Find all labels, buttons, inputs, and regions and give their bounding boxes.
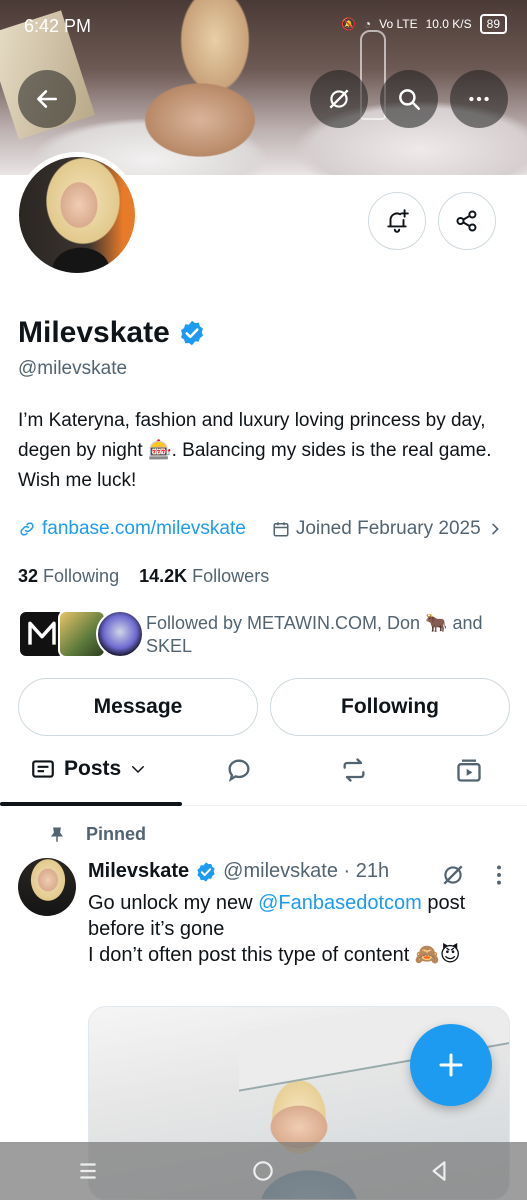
more-vertical-icon [497,865,501,885]
status-bar: 6:42 PM 🔕 ◔ Vo LTE 10.0 K/S 89 [0,0,527,54]
mute-icon: 🔕 [340,17,356,31]
compose-button[interactable] [410,1024,492,1106]
profile-handle: @milevskate [18,358,128,379]
profile-name: Milevskate [18,316,206,350]
share-icon [456,210,477,232]
follow-counts: 32 Following 14.2K Followers [18,566,269,587]
back-button[interactable] [18,70,76,128]
profile-meta: fanbase.com/milevskate Joined February 2… [18,518,503,540]
post-author-avatar[interactable] [18,858,76,916]
grok-button[interactable] [310,70,368,128]
post-handle-time: @milevskate · 21h [223,860,390,882]
following-count-link[interactable]: 32 Following [18,566,119,586]
calendar-icon [273,522,289,537]
pinned-label: Pinned [48,824,146,845]
bell-plus-icon [387,209,409,233]
notifications-button[interactable] [368,192,426,250]
post-text: Go unlock my new @Fanbasedotcom post bef… [88,892,466,966]
post-grok-button[interactable] [440,862,466,893]
search-icon [399,89,420,110]
chevron-down-icon [132,766,145,774]
metawin-logo-icon [28,621,56,645]
plus-icon [439,1053,463,1077]
profile-avatar[interactable] [14,152,140,278]
wifi-icon: ◔ [363,17,372,31]
profile-tabs: Posts [0,744,527,806]
post-more-button[interactable] [490,862,508,893]
website-link[interactable]: fanbase.com/milevskate [42,518,246,540]
mention-link[interactable]: @Fanbasedotcom [258,892,422,914]
link-icon [20,522,34,536]
repost-icon [343,758,365,782]
share-button[interactable] [438,192,496,250]
home-icon[interactable] [250,1158,276,1184]
battery-icon: 89 [479,14,507,34]
reply-icon [228,759,250,782]
joined-date: Joined February 2025 [295,518,481,539]
tab-reposts[interactable] [340,756,368,784]
status-icons: 🔕 ◔ Vo LTE 10.0 K/S 89 [341,14,507,34]
system-nav-bar [0,1142,527,1200]
message-button[interactable]: Message [18,678,258,736]
followed-by-avatars[interactable] [18,608,144,660]
back-triangle-icon[interactable] [426,1158,452,1184]
more-button[interactable] [450,70,508,128]
tab-posts-label: Posts [64,757,122,780]
network-label: Vo LTE [379,17,418,31]
following-button[interactable]: Following [270,678,510,736]
video-icon [457,759,481,782]
grok-icon [329,89,349,109]
post-header: Milevskate @milevskate · 21h [88,860,389,883]
recents-icon[interactable] [75,1158,101,1184]
verified-badge-icon [197,861,215,882]
post-author-name[interactable]: Milevskate [88,860,189,883]
back-arrow-icon [37,90,57,108]
tab-replies[interactable] [225,756,253,784]
search-button[interactable] [380,70,438,128]
followers-count-link[interactable]: 14.2K Followers [139,566,269,586]
status-time: 6:42 PM [24,16,92,36]
grok-icon [443,865,463,885]
verified-badge-icon[interactable] [178,319,206,347]
tab-media[interactable] [455,756,483,784]
profile-name-text: Milevskate [18,316,170,349]
pin-icon [51,827,63,842]
profile-bio: I’m Kateryna, fashion and luxury loving … [18,410,492,491]
followed-by-text[interactable]: Followed by METAWIN.COM, Don 🐂 and SKEL [146,612,516,658]
more-dots-icon [469,96,489,102]
chevron-right-icon[interactable] [487,521,503,537]
speed-label: 10.0 K/S [425,17,472,31]
skel-avatar [96,610,144,658]
posts-icon [32,760,54,778]
tab-posts[interactable]: Posts [30,756,147,782]
active-tab-indicator [0,802,182,806]
